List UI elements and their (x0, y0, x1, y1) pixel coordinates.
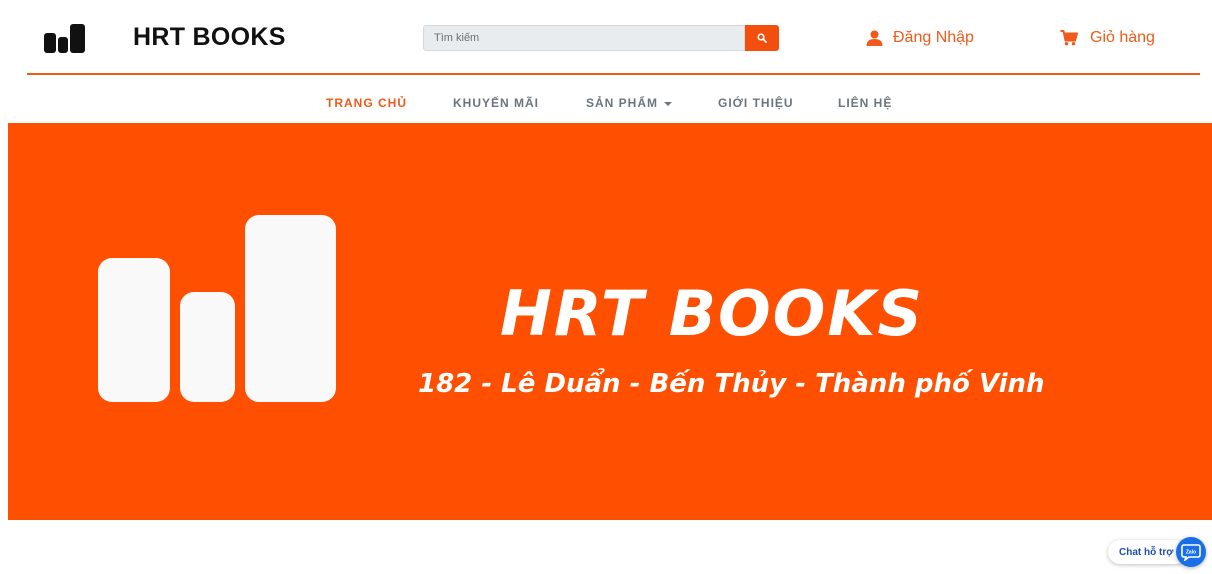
banner-logo-bar (180, 292, 235, 402)
site-header: HRT BOOKS Đăng Nhập (0, 0, 1212, 75)
main-nav: TRANG CHỦ KHUYẾN MÃI SẢN PHẨM GIỚI THIỆU… (0, 90, 1212, 114)
banner-address: 182 - Lê Duẩn - Bến Thủy - Thành phố Vin… (418, 369, 1045, 399)
logo-bar (70, 24, 85, 53)
nav-item-products[interactable]: SẢN PHẨM (586, 96, 673, 110)
banner-logo-bar (98, 258, 170, 402)
chat-widget[interactable]: Chat hỗ trợ Zalo (1108, 537, 1208, 567)
brand-name[interactable]: HRT BOOKS (133, 23, 286, 52)
login-label: Đăng Nhập (893, 29, 974, 46)
page: HRT BOOKS Đăng Nhập (0, 0, 1212, 574)
login-link[interactable]: Đăng Nhập (866, 28, 974, 48)
search-form (423, 25, 779, 51)
banner-title: HRT BOOKS (500, 277, 925, 350)
nav-item-about[interactable]: GIỚI THIỆU (718, 96, 794, 110)
svg-text:Zalo: Zalo (1186, 550, 1196, 556)
search-input[interactable] (423, 25, 745, 51)
logo-bar (44, 33, 56, 53)
chevron-down-icon (664, 101, 673, 106)
nav-item-products-label: SẢN PHẨM (586, 96, 659, 110)
cart-icon (1060, 30, 1078, 46)
nav-item-contact[interactable]: LIÊN HỆ (838, 96, 892, 110)
cart-link[interactable]: Giỏ hàng (1060, 28, 1155, 48)
nav-item-home[interactable]: TRANG CHỦ (326, 96, 407, 110)
chat-button[interactable]: Zalo (1176, 537, 1206, 567)
search-button[interactable] (745, 25, 779, 51)
search-icon (757, 33, 767, 43)
zalo-chat-icon: Zalo (1181, 544, 1201, 561)
logo-bar (58, 37, 68, 53)
hero-banner: HRT BOOKS 182 - Lê Duẩn - Bến Thủy - Thà… (8, 123, 1212, 520)
banner-logo-bar (245, 215, 336, 402)
nav-item-promotions[interactable]: KHUYẾN MÃI (453, 96, 539, 110)
header-divider (27, 73, 1200, 75)
logo-icon[interactable] (44, 24, 86, 53)
cart-label: Giỏ hàng (1090, 29, 1155, 46)
user-icon (866, 30, 883, 46)
